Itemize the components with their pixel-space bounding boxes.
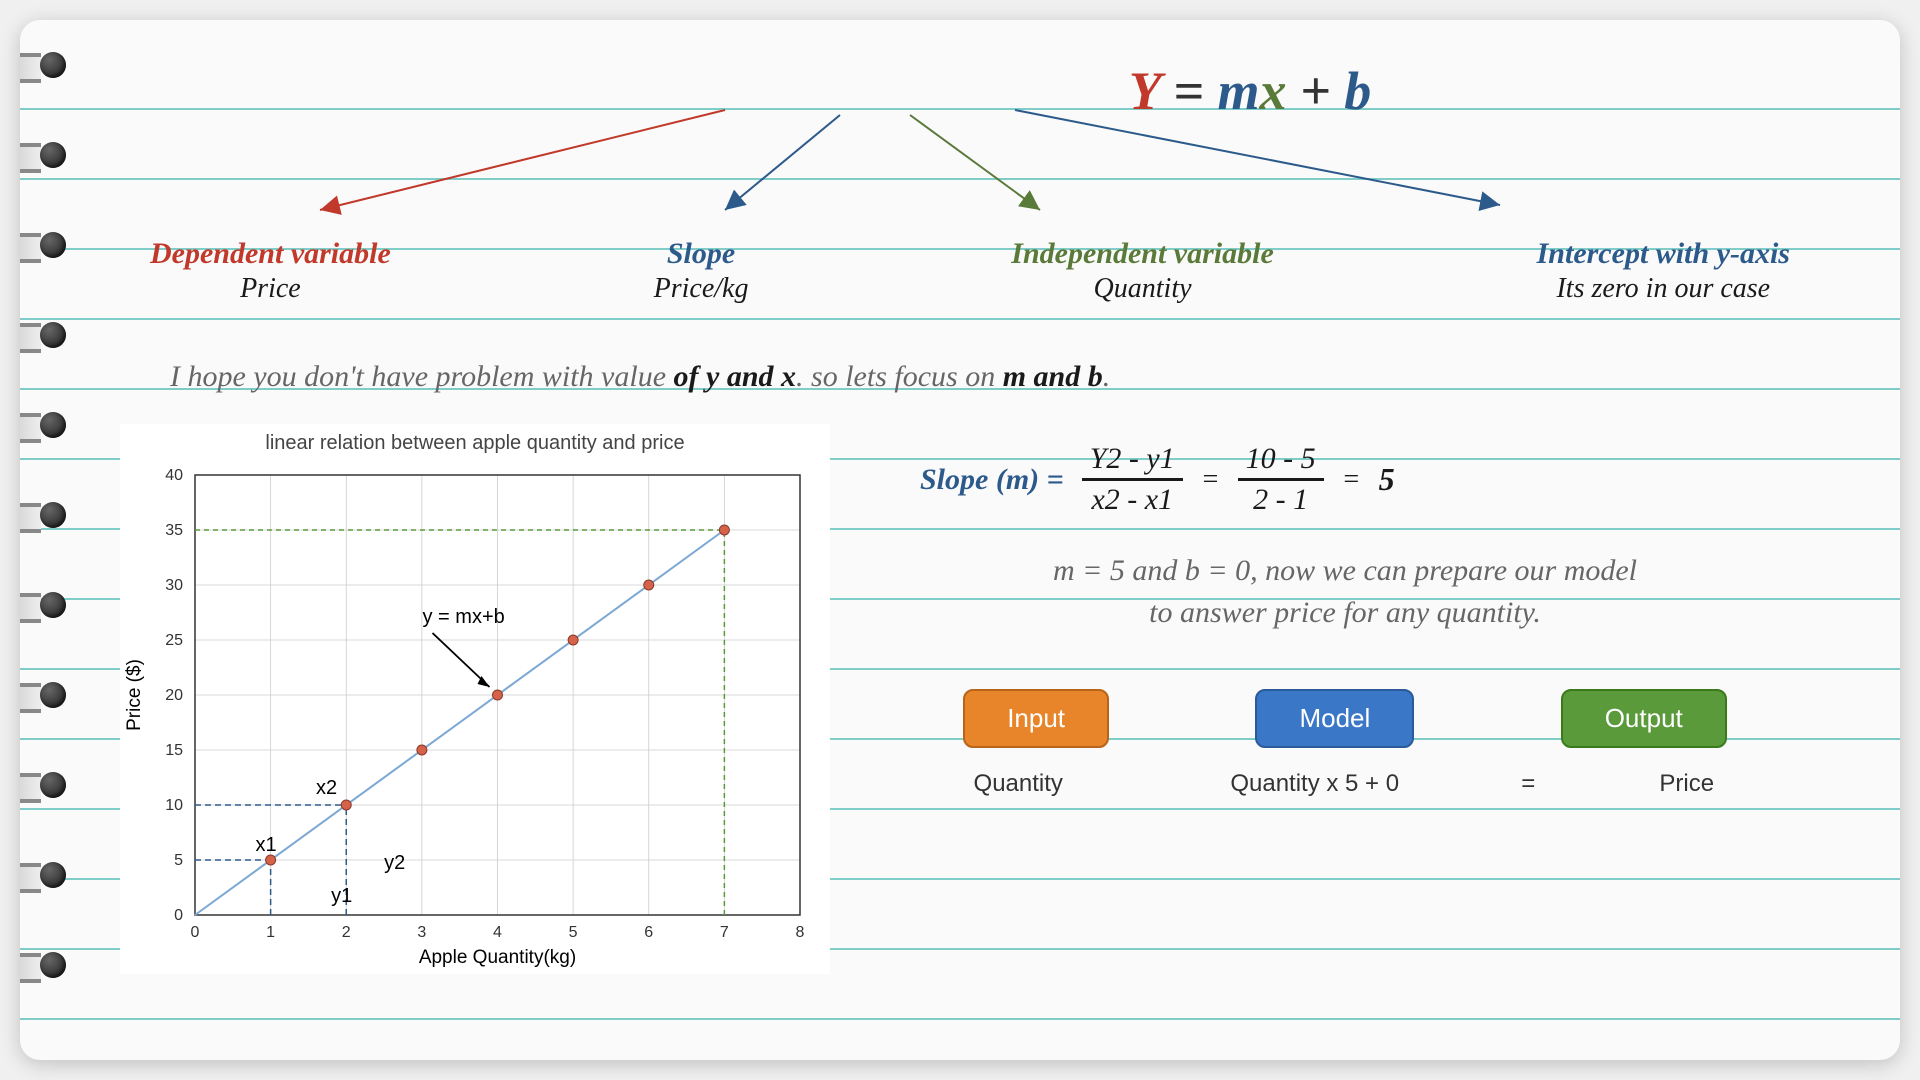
input-sublabel: Quantity [928, 770, 1108, 798]
svg-text:20: 20 [165, 687, 183, 704]
svg-text:Apple Quantity(kg): Apple Quantity(kg) [419, 947, 576, 968]
svg-text:x2: x2 [316, 777, 337, 799]
svg-text:3: 3 [417, 924, 426, 941]
label-slope: Slope Price/kg [654, 237, 749, 305]
output-box: Output [1561, 689, 1727, 748]
model-flow-boxes: Input Model Output [870, 689, 1820, 748]
chart-container: linear relation between apple quantity a… [120, 424, 830, 974]
explanation-text: I hope you don't have problem with value… [170, 360, 1820, 394]
svg-text:2: 2 [342, 924, 351, 941]
output-sublabel: Price [1612, 770, 1762, 798]
svg-text:5: 5 [174, 852, 183, 869]
label-intercept: Intercept with y-axis Its zero in our ca… [1537, 237, 1790, 305]
svg-text:1: 1 [266, 924, 275, 941]
svg-text:7: 7 [720, 924, 729, 941]
svg-text:10: 10 [165, 797, 183, 814]
model-flow-labels: Quantity Quantity x 5 + 0 = Price [870, 770, 1820, 798]
equation-m: m [1217, 61, 1259, 121]
svg-text:15: 15 [165, 742, 183, 759]
label-independent: Independent variable Quantity [1011, 237, 1274, 305]
spiral-binding [20, 50, 82, 1030]
label-dependent: Dependent variable Price [150, 237, 391, 305]
equation-y: Y [1129, 61, 1160, 121]
svg-text:30: 30 [165, 577, 183, 594]
slope-calculation: Slope (m) = Y2 - y1 x2 - x1 = 10 - 5 2 -… [920, 444, 1820, 515]
svg-text:y2: y2 [384, 852, 405, 874]
svg-text:0: 0 [174, 907, 183, 924]
equation-x: x [1260, 61, 1287, 121]
equals-label: = [1521, 770, 1535, 798]
svg-text:5: 5 [569, 924, 578, 941]
svg-text:x1: x1 [256, 834, 277, 856]
notebook-page: Y = mx + b Dependent variable Price Slop [20, 20, 1900, 1060]
svg-text:35: 35 [165, 522, 183, 539]
main-equation: Y = mx + b [120, 60, 1820, 122]
model-sublabel: Quantity x 5 + 0 [1185, 770, 1445, 798]
svg-text:40: 40 [165, 467, 183, 484]
equation-labels: Dependent variable Price Slope Price/kg … [120, 237, 1820, 305]
svg-text:Price ($): Price ($) [124, 659, 145, 731]
input-box: Input [963, 689, 1109, 748]
fraction-symbolic: Y2 - y1 x2 - x1 [1082, 444, 1183, 515]
svg-text:y = mx+b: y = mx+b [423, 606, 505, 628]
equation-plus: + [1300, 61, 1331, 121]
model-box: Model [1255, 689, 1414, 748]
svg-text:6: 6 [644, 924, 653, 941]
line-chart: 0 1 2 3 4 5 6 7 8 0 5 10 15 20 25 30 35 40 y = mx+b x1 x2 y1 y… [120, 455, 830, 975]
svg-text:25: 25 [165, 632, 183, 649]
fraction-numeric: 10 - 5 2 - 1 [1238, 444, 1324, 515]
chart-title: linear relation between apple quantity a… [120, 424, 830, 455]
svg-text:8: 8 [796, 924, 805, 941]
equation-b: b [1344, 61, 1371, 121]
equation-equals: = [1173, 61, 1204, 121]
model-description: m = 5 and b = 0, now we can prepare our … [870, 550, 1820, 634]
svg-text:4: 4 [493, 924, 502, 941]
svg-text:y1: y1 [331, 885, 352, 907]
svg-text:0: 0 [191, 924, 200, 941]
